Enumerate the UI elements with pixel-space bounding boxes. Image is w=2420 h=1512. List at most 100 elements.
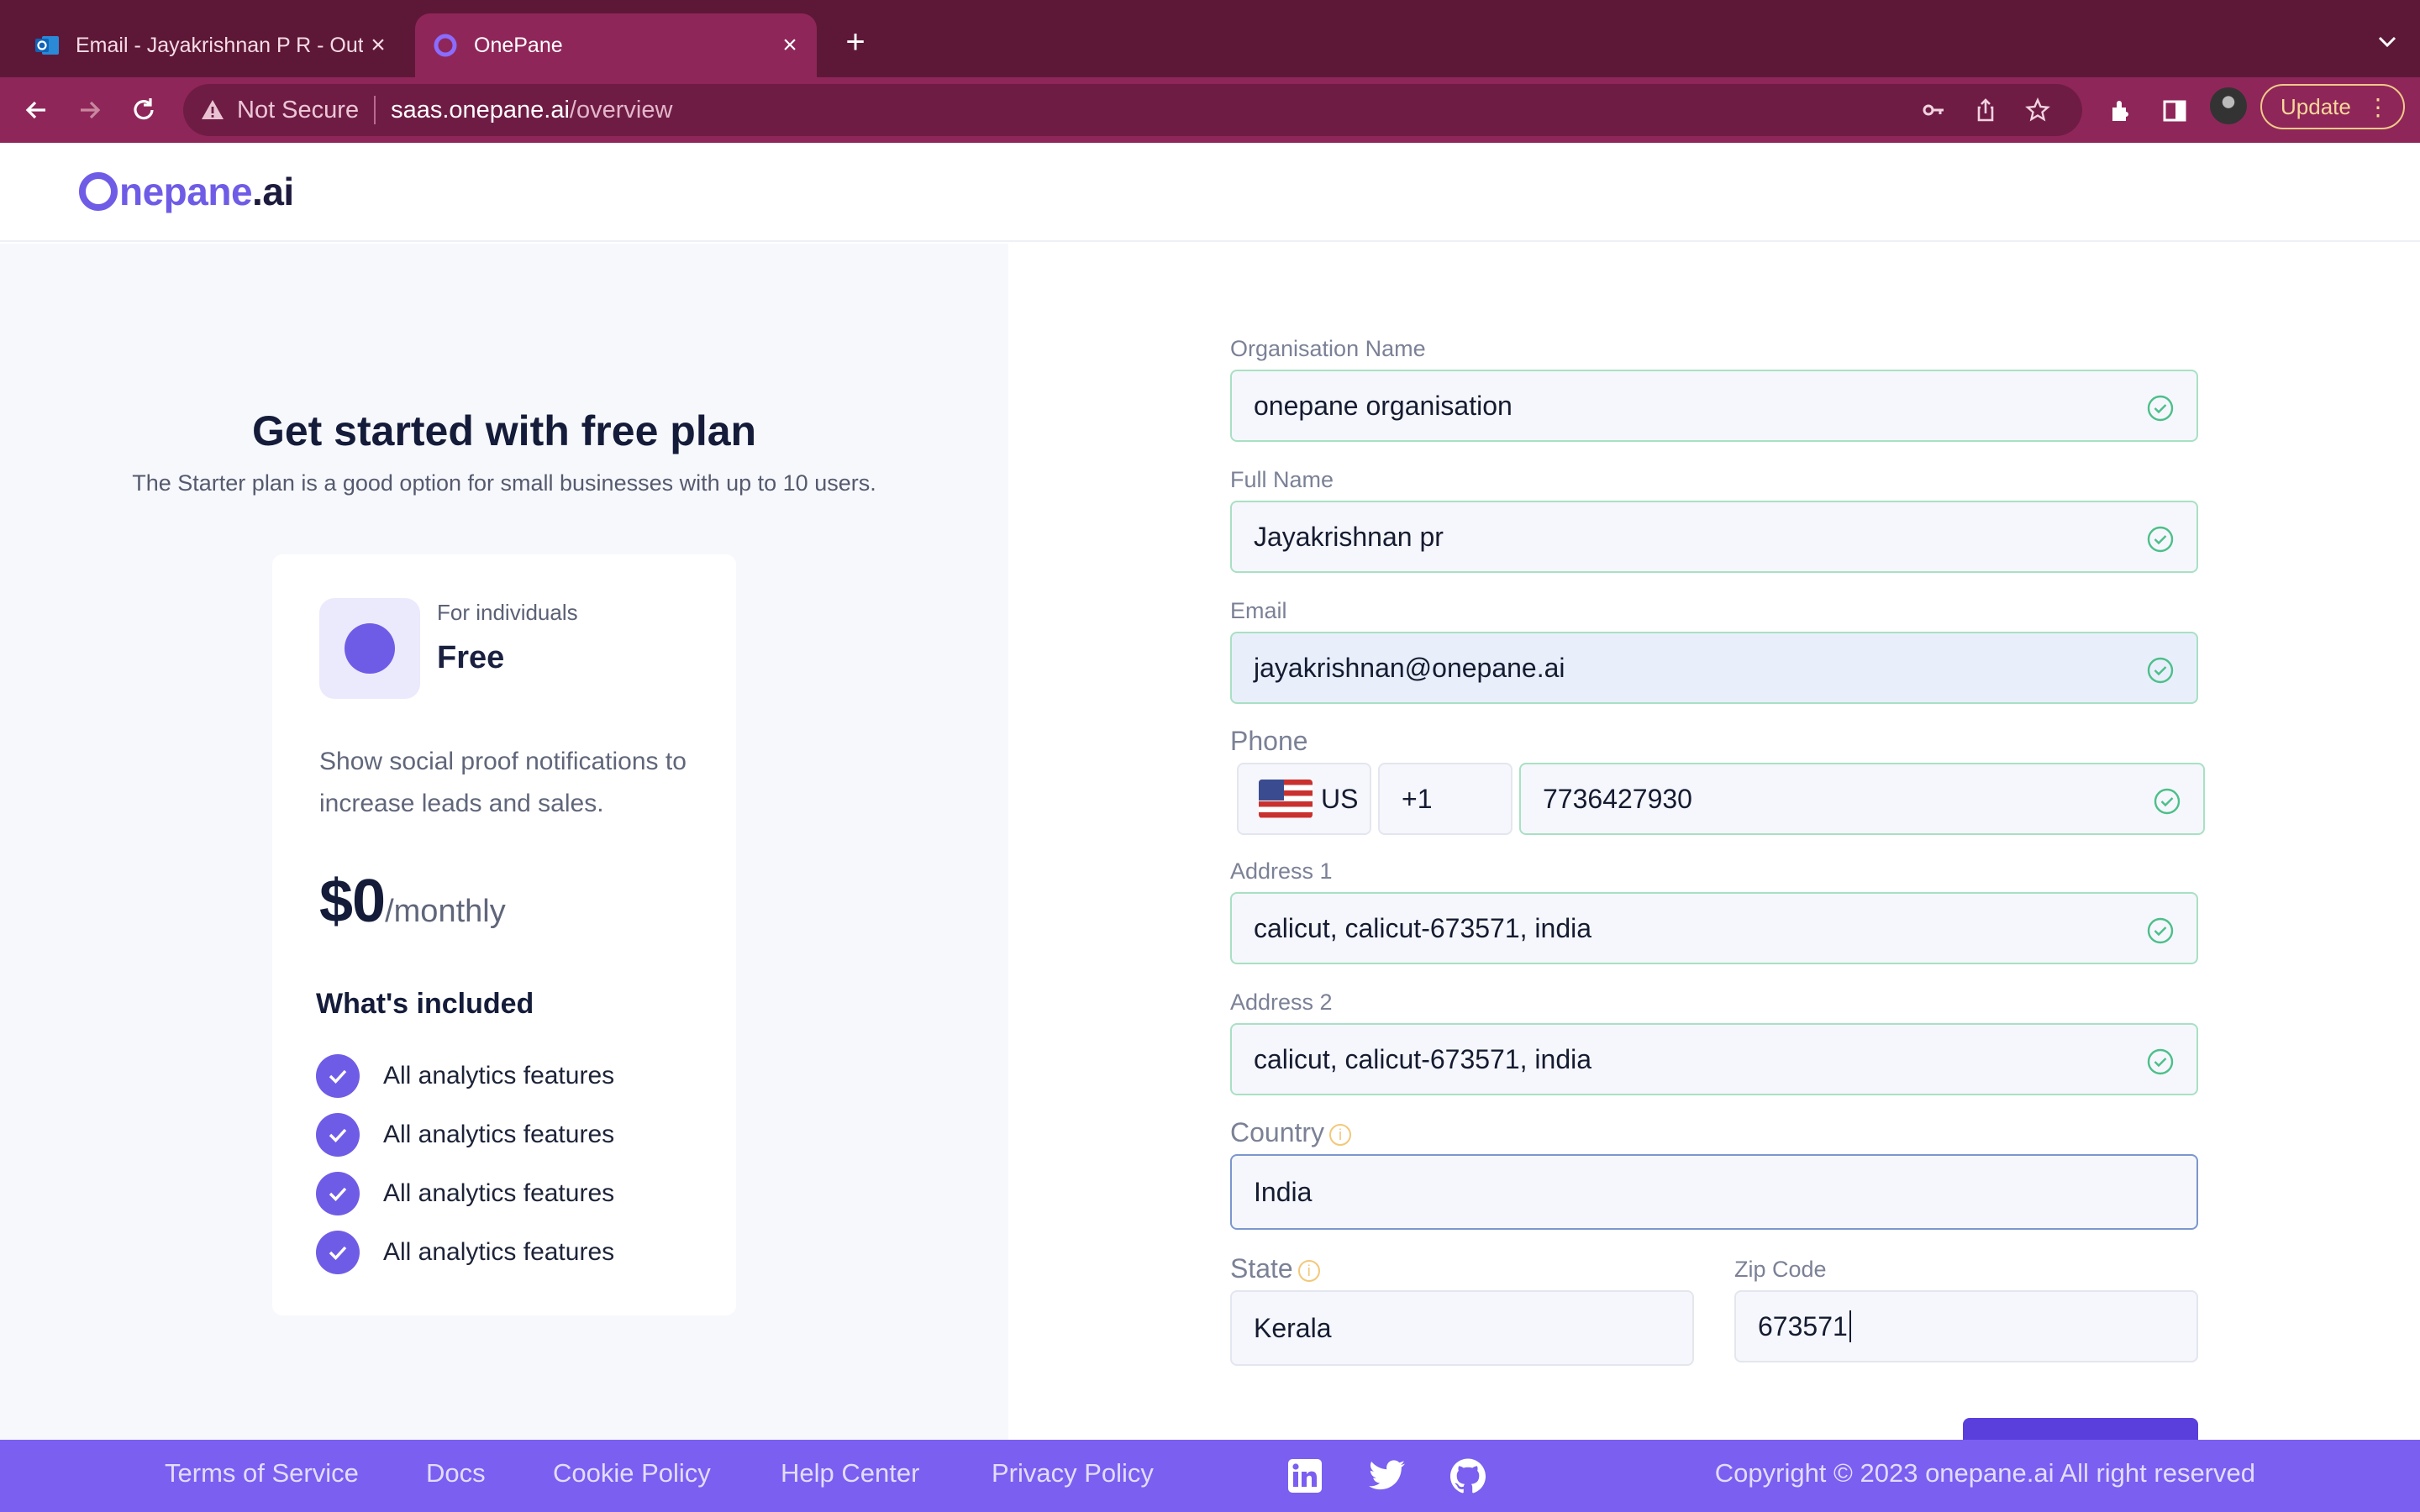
omnibox-actions <box>1919 96 2052 124</box>
onepane-icon <box>434 34 457 57</box>
info-icon[interactable]: i <box>1297 1259 1320 1282</box>
country-code-value: US <box>1321 783 1359 814</box>
state-select[interactable]: Kerala <box>1230 1290 1694 1366</box>
country-select[interactable]: India <box>1230 1154 2198 1230</box>
logo-suffix: .ai <box>252 170 294 213</box>
price-amount: $0 <box>319 868 386 935</box>
country-code-select[interactable]: US <box>1237 763 1371 835</box>
forward-button[interactable] <box>72 92 108 128</box>
reload-button[interactable] <box>126 92 161 128</box>
state-label: State i <box>1230 1253 1320 1284</box>
price-period: /monthly <box>385 894 506 929</box>
zip-value: 673571 <box>1758 1310 1848 1341</box>
address2-value: calicut, calicut-673571, india <box>1254 1043 1592 1074</box>
divider <box>374 96 376 124</box>
plan-audience: For individuals <box>437 600 578 625</box>
phone-value: 7736427930 <box>1543 783 1692 814</box>
footer-link-docs[interactable]: Docs <box>426 1458 486 1488</box>
check-circle-icon <box>316 1172 360 1215</box>
update-button[interactable]: Update ⋮ <box>2260 84 2405 129</box>
organisation-label: Organisation Name <box>1230 336 1426 361</box>
address-bar[interactable]: Not Secure saas.onepane.ai/overview <box>183 84 2082 136</box>
linkedin-icon[interactable] <box>1286 1457 1324 1495</box>
email-input[interactable]: jayakrishnan@onepane.ai <box>1230 632 2198 704</box>
feature-label: All analytics features <box>383 1238 615 1266</box>
browser-tab-strip: Email - Jayakrishnan P R - Outlook × One… <box>0 0 2420 77</box>
url-path: /overview <box>569 96 673 123</box>
footer-link-terms[interactable]: Terms of Service <box>165 1458 359 1488</box>
full-name-value: Jayakrishnan pr <box>1254 521 1444 552</box>
side-panel-icon[interactable] <box>2158 94 2191 128</box>
extensions-icon[interactable] <box>2104 94 2138 128</box>
organisation-input[interactable]: onepane organisation <box>1230 370 2198 442</box>
github-icon[interactable] <box>1449 1457 1487 1495</box>
country-value: India <box>1254 1176 1313 1207</box>
share-icon[interactable] <box>1971 96 2000 124</box>
feature-label: All analytics features <box>383 1062 615 1089</box>
key-icon[interactable] <box>1919 96 1948 124</box>
back-button[interactable] <box>18 92 54 128</box>
close-tab-icon[interactable]: × <box>363 30 393 60</box>
check-circle-icon <box>2147 395 2174 422</box>
full-name-input[interactable]: Jayakrishnan pr <box>1230 501 2198 573</box>
info-icon[interactable]: i <box>1329 1123 1352 1146</box>
arrow-left-icon <box>25 101 45 119</box>
new-tab-button[interactable]: + <box>837 25 874 62</box>
signup-form: Organisation Name onepane organisation F… <box>1008 244 2420 1440</box>
tab-onepane[interactable]: OnePane × <box>415 13 817 77</box>
full-name-label: Full Name <box>1230 467 1334 492</box>
onepane-logo[interactable]: nepane .ai <box>79 166 294 217</box>
address2-input[interactable]: calicut, calicut-673571, india <box>1230 1023 2198 1095</box>
plan-heading: Get started with free plan <box>251 407 757 454</box>
country-label-text: Country <box>1230 1117 1325 1147</box>
phone-label: Phone <box>1230 726 1308 756</box>
included-heading: What's included <box>316 988 534 1020</box>
check-circle-icon <box>316 1054 360 1098</box>
logo-text: nepane <box>119 170 253 213</box>
address2-label: Address 2 <box>1230 990 1333 1015</box>
close-tab-icon[interactable]: × <box>775 30 805 60</box>
zip-input[interactable]: 673571 <box>1734 1290 2198 1362</box>
dial-code-field[interactable]: +1 <box>1378 763 1512 835</box>
more-vert-icon[interactable]: ⋮ <box>2366 94 2390 121</box>
check-circle-icon <box>2147 526 2174 553</box>
outlook-icon <box>35 36 59 55</box>
check-circle-icon <box>316 1231 360 1274</box>
address1-label: Address 1 <box>1230 858 1333 884</box>
check-circle-icon <box>2147 1048 2174 1075</box>
plan-price: $0/monthly <box>319 867 506 936</box>
check-circle-icon <box>316 1113 360 1157</box>
phone-input[interactable]: 7736427930 <box>1519 763 2205 835</box>
browser-toolbar: Not Secure saas.onepane.ai/overview <box>0 77 2420 143</box>
tab-outlook[interactable]: Email - Jayakrishnan P R - Outlook × <box>18 13 405 77</box>
footer-link-help[interactable]: Help Center <box>781 1458 919 1488</box>
feature-item: All analytics features <box>316 1230 702 1275</box>
security-label: Not Secure <box>237 96 360 123</box>
feature-label: All analytics features <box>383 1121 615 1148</box>
plan-subheading: The Starter plan is a good option for sm… <box>132 470 876 496</box>
update-label: Update <box>2281 93 2351 119</box>
chevron-down-icon[interactable] <box>2375 29 2400 54</box>
footer-link-privacy[interactable]: Privacy Policy <box>992 1458 1154 1488</box>
tab-title: OnePane <box>474 33 563 57</box>
tab-title: Email - Jayakrishnan P R - Outlook <box>76 33 363 57</box>
plan-name: Free <box>437 640 505 675</box>
reload-icon <box>134 98 154 120</box>
plan-card: For individuals Free Show social proof n… <box>272 554 736 1315</box>
star-icon[interactable] <box>2023 96 2052 124</box>
check-circle-icon <box>2147 917 2174 944</box>
app-header: nepane .ai <box>0 143 2420 242</box>
footer-link-cookie[interactable]: Cookie Policy <box>553 1458 711 1488</box>
warning-icon <box>202 100 224 119</box>
country-label: Country i <box>1230 1117 1352 1148</box>
dial-code-value: +1 <box>1402 783 1433 814</box>
copyright-text: Copyright © 2023 onepane.ai All right re… <box>1714 1458 2255 1488</box>
site-footer: Terms of Service Docs Cookie Policy Help… <box>0 1440 2420 1512</box>
logo-ring <box>79 172 118 211</box>
us-flag-icon <box>1259 780 1313 818</box>
profile-avatar[interactable] <box>2210 87 2247 124</box>
feature-item: All analytics features <box>316 1112 702 1158</box>
address1-input[interactable]: calicut, calicut-673571, india <box>1230 892 2198 964</box>
twitter-icon[interactable] <box>1368 1457 1407 1495</box>
feature-item: All analytics features <box>316 1053 702 1099</box>
